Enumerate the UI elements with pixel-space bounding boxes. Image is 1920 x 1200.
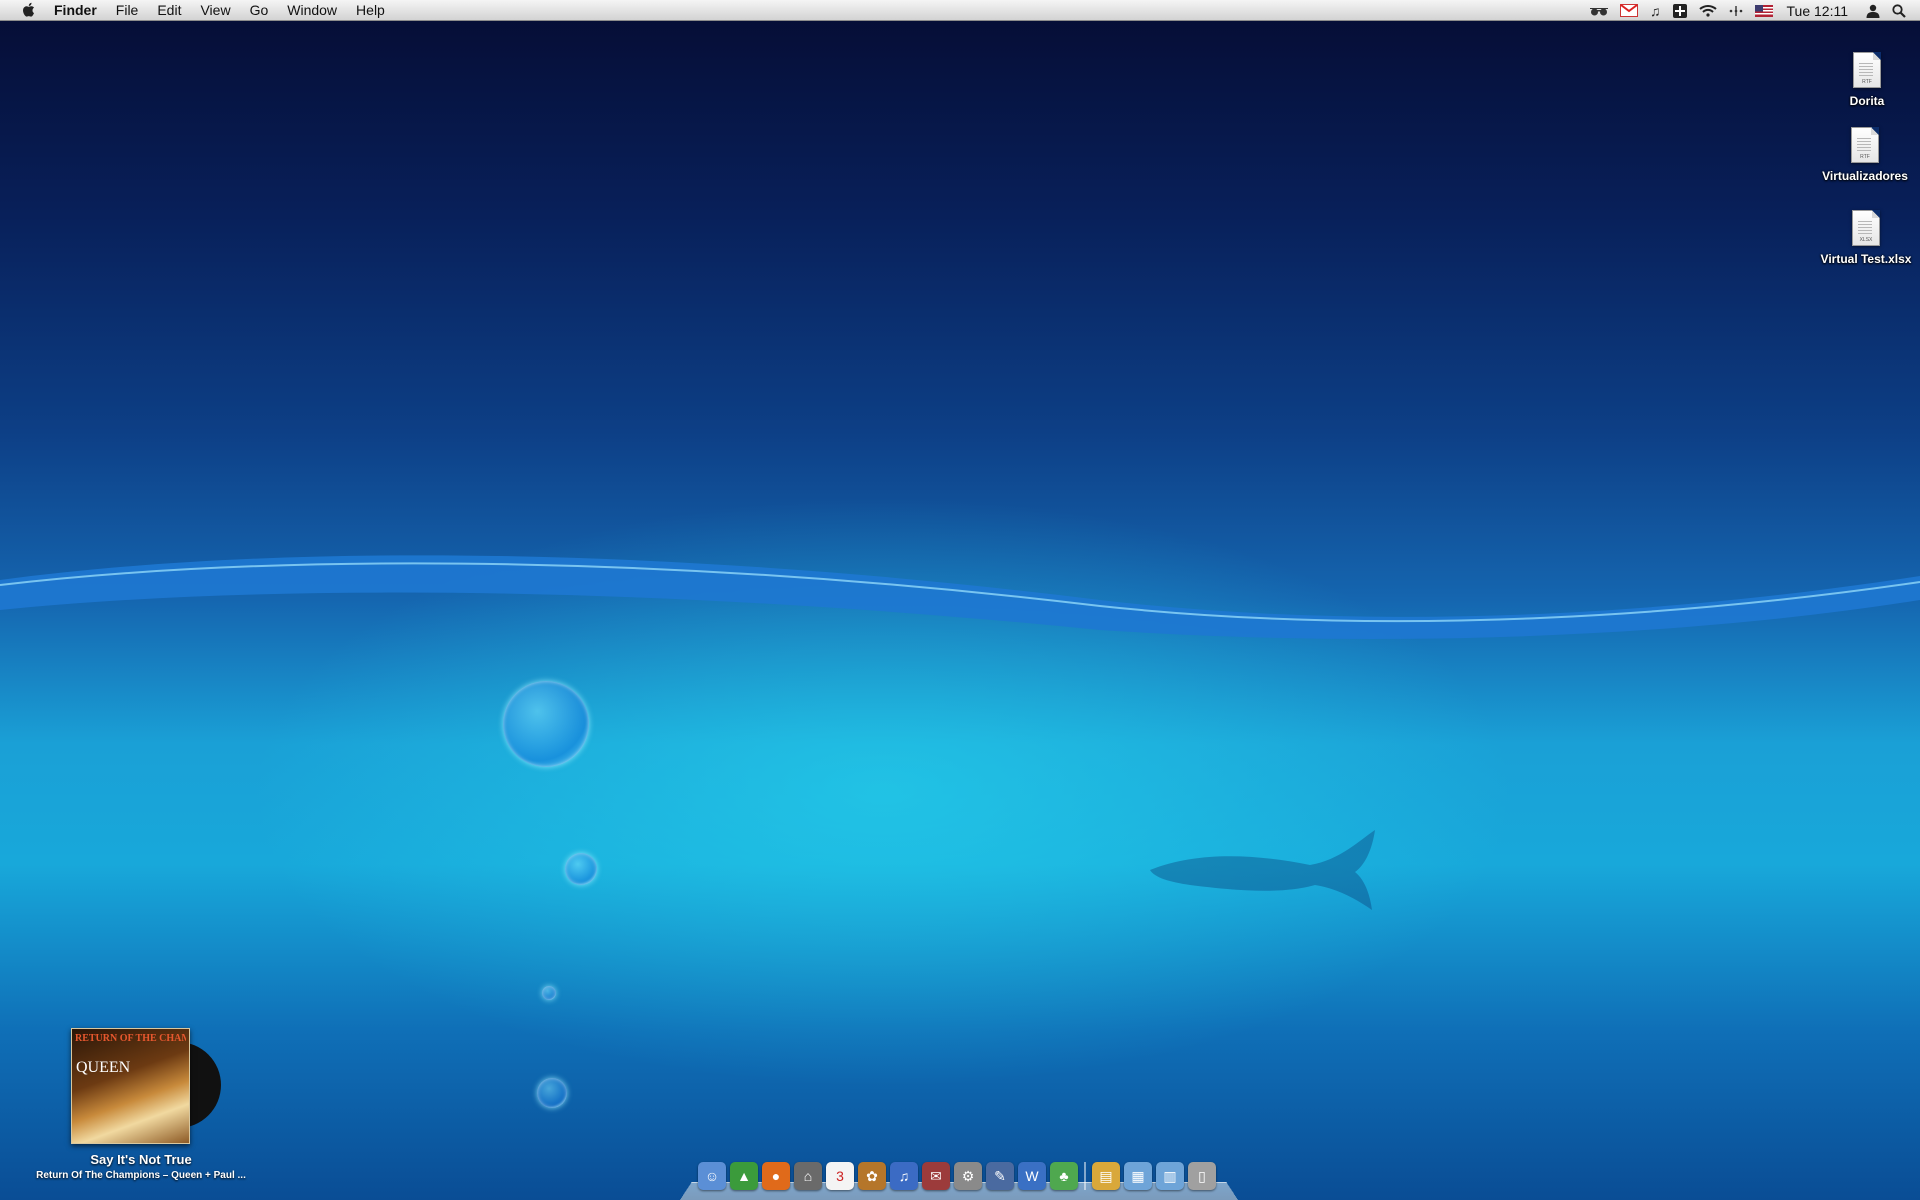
desktop-file-label: Virtual Test.xlsx	[1820, 252, 1912, 266]
menu-edit[interactable]: Edit	[157, 2, 181, 18]
desktop-file-label: Virtualizadores	[1822, 169, 1908, 183]
clock[interactable]: Tue 12:11	[1787, 3, 1849, 19]
calendar-icon[interactable]: 3	[826, 1162, 854, 1190]
album-cover-title: RETURN OF THE CHAMPIONS	[75, 1033, 186, 1044]
apple-menu-icon[interactable]	[16, 2, 40, 18]
dock-separator	[1084, 1162, 1086, 1190]
desktop-file-label: Dorita	[1849, 94, 1885, 108]
finder-icon[interactable]: ☺	[698, 1162, 726, 1190]
now-playing-song: Say It's Not True	[90, 1152, 192, 1167]
wallpaper-bubble	[503, 681, 589, 767]
user-icon[interactable]	[1866, 0, 1880, 21]
spotlight-icon[interactable]	[1892, 0, 1906, 21]
xlsx-document-icon: XLSX	[1852, 210, 1880, 246]
trash-icon[interactable]: ▯	[1188, 1162, 1216, 1190]
app-name-menu[interactable]: Finder	[54, 2, 97, 18]
addressbook-icon[interactable]: ✉	[922, 1162, 950, 1190]
script-editor-icon[interactable]: ✎	[986, 1162, 1014, 1190]
glasses-icon[interactable]	[1590, 0, 1608, 21]
music-note-icon[interactable]: ♫	[1650, 0, 1661, 21]
menu-bar: Finder File Edit View Go Window Help ♫ T…	[0, 0, 1920, 21]
dashboard-icon[interactable]	[1672, 0, 1687, 21]
plant-icon[interactable]: ♣	[1050, 1162, 1078, 1190]
desktop[interactable]: Finder File Edit View Go Window Help ♫ T…	[0, 0, 1920, 1200]
wallpaper-bubble	[565, 853, 597, 885]
wallpaper-bubble	[542, 986, 556, 1000]
documents-stack-icon[interactable]: ▤	[1092, 1162, 1120, 1190]
now-playing-album: Return Of The Champions – Queen + Paul .…	[36, 1170, 246, 1181]
menu-file[interactable]: File	[116, 2, 139, 18]
album-cover: RETURN OF THE CHAMPIONS QUEEN	[71, 1028, 190, 1144]
app-bank-icon[interactable]: ⌂	[794, 1162, 822, 1190]
gmail-icon[interactable]	[1620, 0, 1638, 21]
wallpaper-wave	[0, 555, 1920, 639]
now-playing-widget[interactable]: RETURN OF THE CHAMPIONS QUEEN Say It's N…	[20, 1028, 262, 1181]
rtf-document-icon: RTF	[1851, 127, 1879, 163]
menu-view[interactable]: View	[200, 2, 230, 18]
wallpaper-bubble	[537, 1078, 567, 1108]
album-art[interactable]: RETURN OF THE CHAMPIONS QUEEN	[71, 1028, 221, 1144]
wifi-icon[interactable]	[1698, 0, 1717, 21]
itunes-icon[interactable]: ♫	[890, 1162, 918, 1190]
album-cover-band: QUEEN	[76, 1059, 131, 1076]
dock: ☺ ▲ ● ⌂ 3 ✿ ♫ ✉ ⚙ ✎ W ♣ ▤ ▦ ▥ ▯	[680, 1158, 1238, 1200]
wallpaper-whale	[1150, 830, 1375, 910]
rtf-document-icon: RTF	[1853, 52, 1881, 88]
applications-folder-icon[interactable]: ▦	[1124, 1162, 1152, 1190]
dock-items: ☺ ▲ ● ⌂ 3 ✿ ♫ ✉ ⚙ ✎ W ♣ ▤ ▦ ▥ ▯	[698, 1162, 1220, 1190]
flag-icon[interactable]	[1754, 0, 1773, 21]
desktop-file-dorita[interactable]: RTF Dorita	[1819, 52, 1915, 108]
menu-extras: ♫ Tue 12:11	[1584, 0, 1920, 21]
menu-window[interactable]: Window	[287, 2, 337, 18]
downloads-folder-icon[interactable]: ▥	[1156, 1162, 1184, 1190]
menu-go[interactable]: Go	[250, 2, 269, 18]
bluetooth-dots-icon[interactable]	[1729, 0, 1743, 21]
word-icon[interactable]: W	[1018, 1162, 1046, 1190]
desktop-file-virtual-test[interactable]: XLSX Virtual Test.xlsx	[1818, 210, 1914, 266]
app-green-icon[interactable]: ▲	[730, 1162, 758, 1190]
system-preferences-icon[interactable]: ⚙	[954, 1162, 982, 1190]
iphoto-icon[interactable]: ✿	[858, 1162, 886, 1190]
menu-help[interactable]: Help	[356, 2, 385, 18]
desktop-file-virtualizadores[interactable]: RTF Virtualizadores	[1817, 127, 1913, 183]
firefox-icon[interactable]: ●	[762, 1162, 790, 1190]
